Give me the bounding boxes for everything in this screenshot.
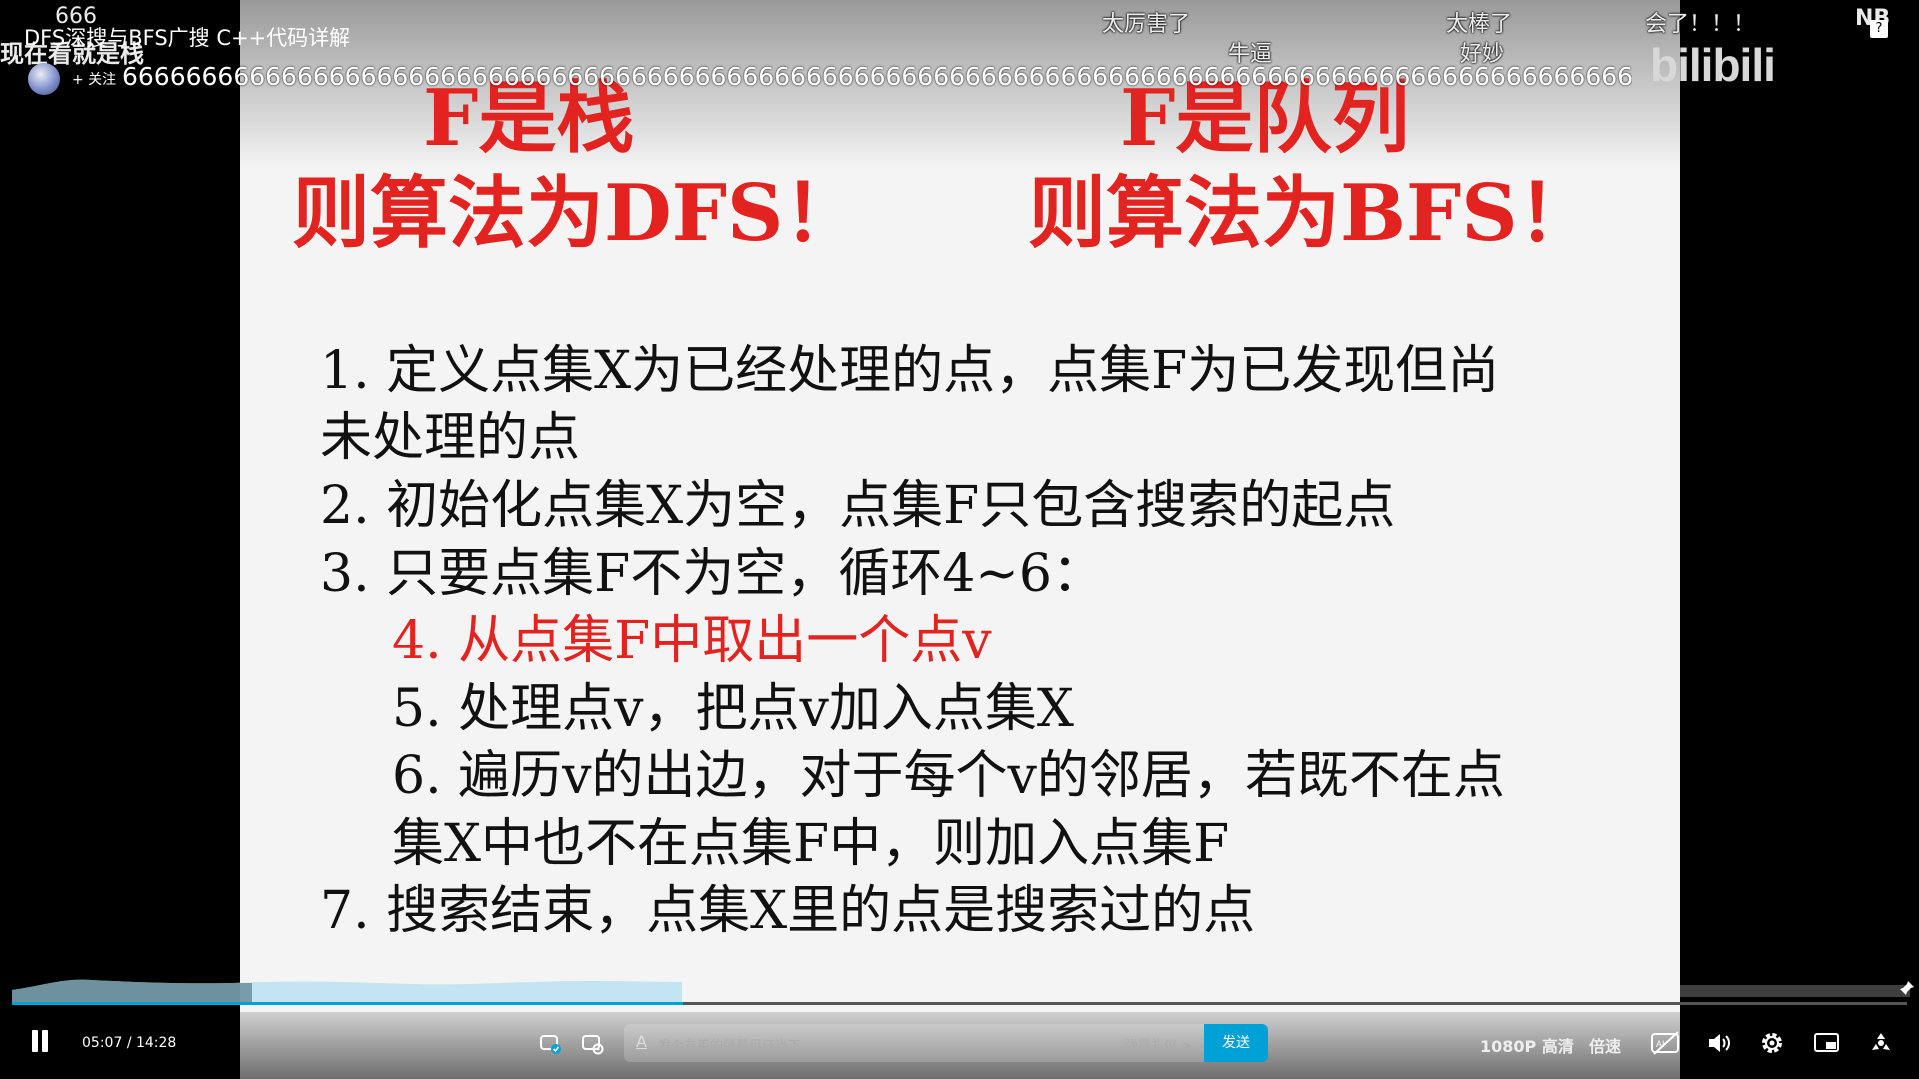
right-heading-line1: F是队列 (1120, 73, 1410, 164)
danmaku-placeholder: 发个友善的弹幕见证当下 (658, 1039, 802, 1054)
wave-unplayed (1680, 985, 1910, 997)
step-7: 7. 搜索结束，点集X里的点是搜索过的点 (320, 881, 1256, 941)
video-title[interactable]: DFS深搜与BFS广搜 C++代码详解 (24, 22, 350, 52)
right-heading-line2: 则算法为BFS！ (1028, 168, 1596, 259)
send-button[interactable]: 发送 (1204, 1024, 1268, 1062)
danmaku-item: 会了！！！ (1645, 12, 1756, 37)
pause-icon-bar (42, 1030, 48, 1052)
step-2: 2. 初始化点集X为空，点集F只包含搜索的起点 (320, 476, 1396, 536)
uploader-info: + 关注 (28, 63, 116, 95)
left-heading-line1: F是栈 (423, 73, 635, 164)
danmaku-item: 太厉害了 (1102, 12, 1191, 37)
volume-icon[interactable] (1706, 1031, 1732, 1055)
speed-button[interactable]: 倍速 (1589, 1033, 1621, 1057)
progress-bar[interactable] (12, 1002, 1907, 1005)
time-display: 05:07 / 14:28 (82, 1035, 176, 1051)
time-separator: / (126, 1035, 132, 1051)
step-1: 1. 定义点集X为已经处理的点，点集F为已发现但尚 (320, 341, 1500, 401)
video-frame[interactable]: F是栈 则算法为DFS！ F是队列 则算法为BFS！ 1. 定义点集X为已经处理… (240, 0, 1680, 1079)
progress-played (12, 1002, 683, 1005)
follow-button[interactable]: + 关注 (72, 69, 116, 89)
step-3: 3. 只要点集F不为空，循环4~6： (320, 544, 1104, 604)
avatar[interactable] (28, 63, 60, 95)
high-energy-wave (12, 979, 682, 1002)
danmaku-settings-icon[interactable] (581, 1032, 605, 1056)
danmaku-item: 6666666666666666666666666666666666666666… (122, 62, 1632, 91)
font-style-icon[interactable]: A (636, 1032, 647, 1051)
pause-button[interactable] (30, 1030, 52, 1056)
help-icon[interactable]: ? (1870, 20, 1888, 38)
picture-in-picture-icon[interactable] (1813, 1031, 1841, 1055)
bilibili-logo: bilibili (1650, 39, 1776, 91)
danmaku-etiquette-link[interactable]: 弹幕礼仪 > (1125, 1035, 1192, 1054)
pin-icon[interactable] (1899, 980, 1915, 996)
time-current: 05:07 (82, 1035, 123, 1051)
danmaku-input[interactable]: A 发个友善的弹幕见证当下 弹幕礼仪 > (624, 1024, 1204, 1062)
step-1-cont: 未处理的点 (320, 408, 581, 468)
step-5: 5. 处理点v，把点v加入点集X (392, 679, 1074, 739)
step-6-cont: 集X中也不在点集F中，则加入点集F (392, 814, 1230, 874)
time-total: 14:28 (135, 1035, 177, 1051)
settings-gear-icon[interactable] (1759, 1030, 1785, 1056)
pause-icon (32, 1030, 38, 1052)
left-heading-line2: 则算法为DFS！ (292, 168, 862, 259)
subtitle-off-icon[interactable]: AI (1650, 1030, 1682, 1056)
step-4: 4. 从点集F中取出一个点v (392, 611, 992, 671)
fullscreen-icon[interactable] (1867, 1030, 1895, 1056)
danmaku-item: 太棒了 (1446, 12, 1513, 37)
step-6: 6. 遍历v的出边，对于每个v的邻居，若既不在点 (392, 746, 1505, 806)
quality-button[interactable]: 1080P 高清 (1480, 1033, 1574, 1057)
danmaku-toggle-icon[interactable] (539, 1032, 563, 1056)
